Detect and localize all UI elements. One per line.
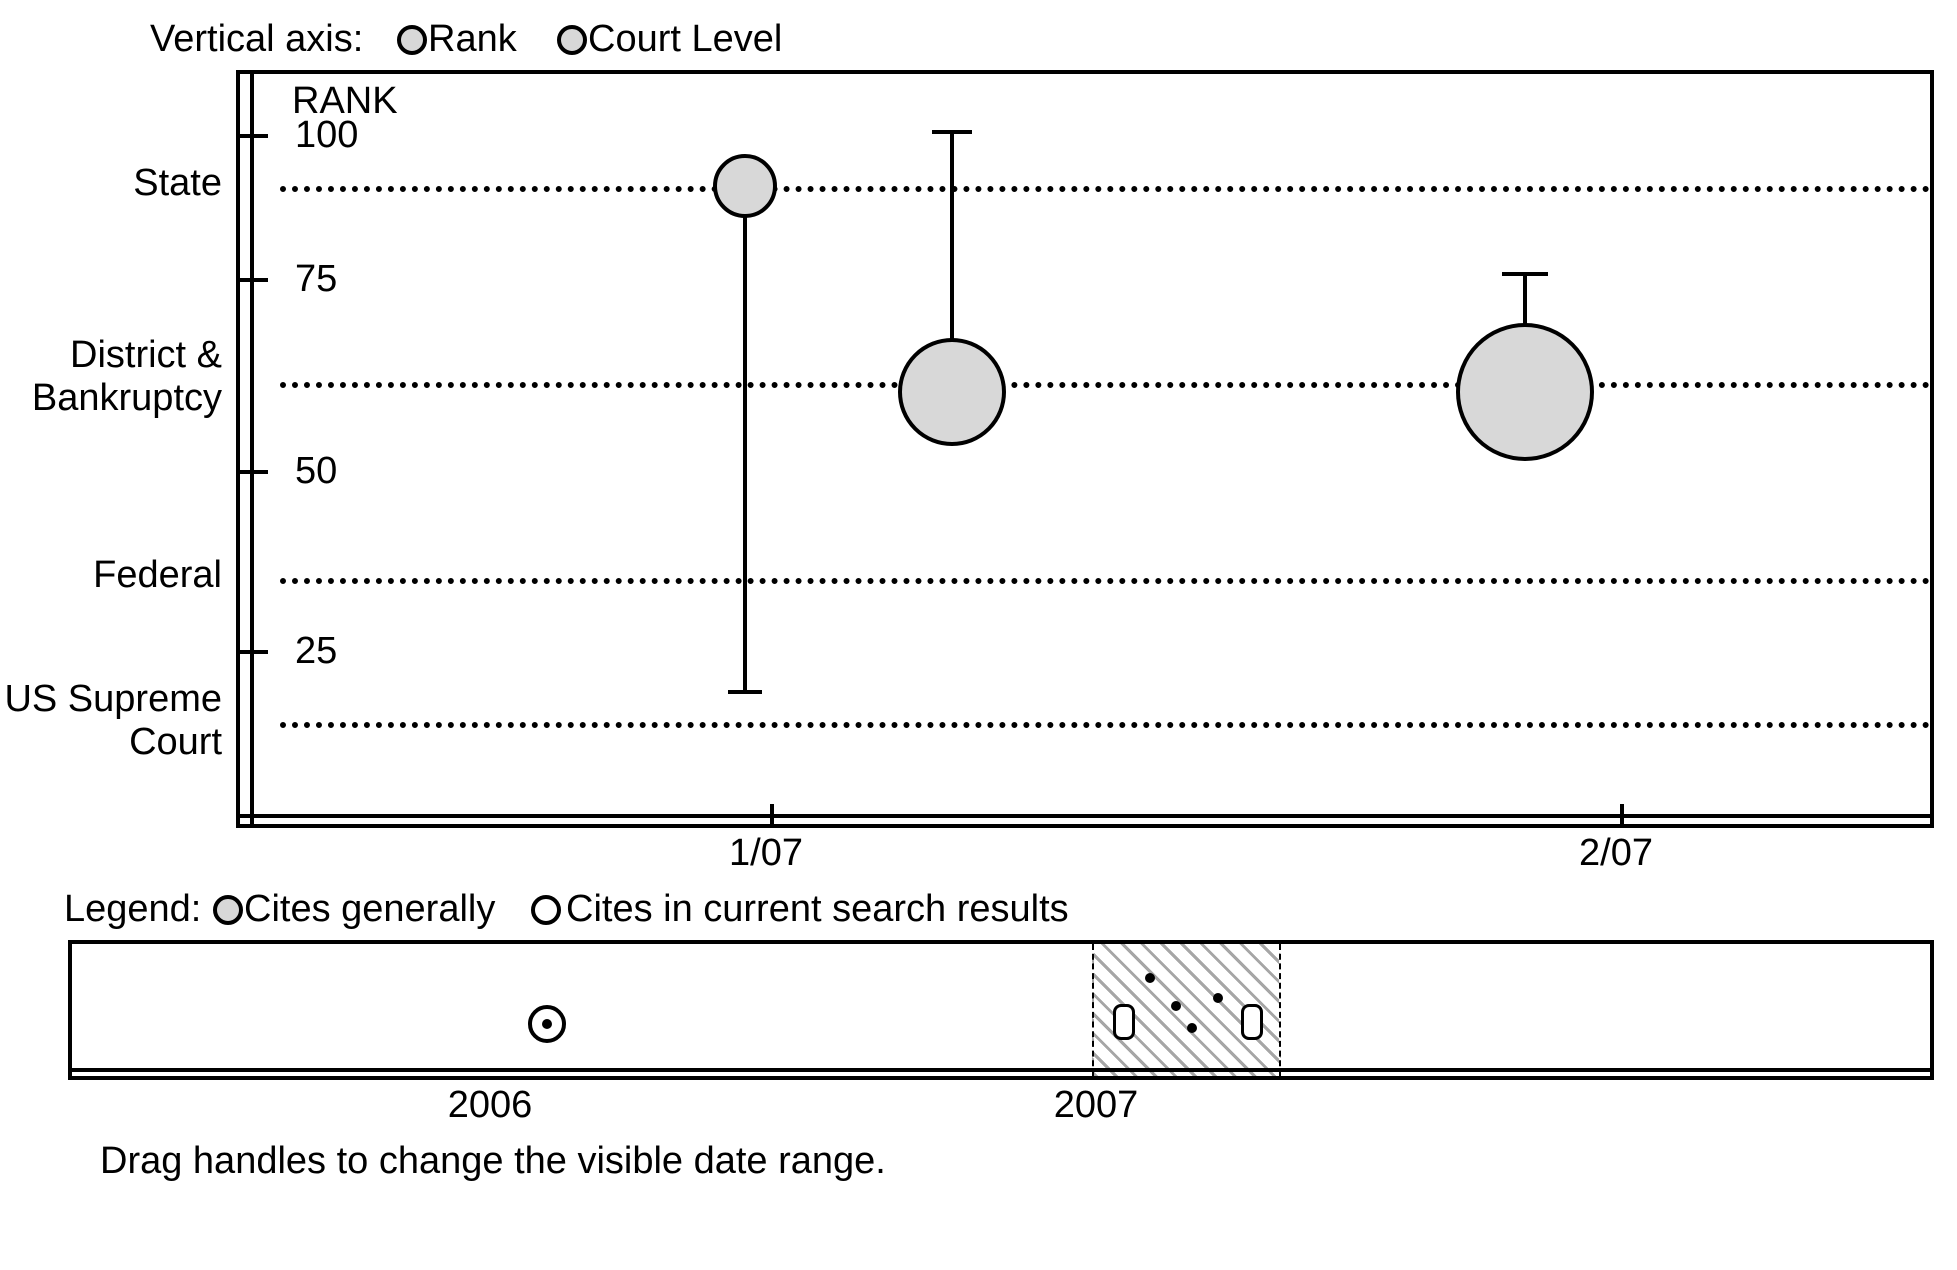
timeline-panel[interactable] bbox=[68, 940, 1934, 1080]
timeline-dot-3 bbox=[1213, 993, 1223, 1003]
timeline-cluster-a[interactable] bbox=[1113, 1004, 1135, 1040]
timeline-hint: Drag handles to change the visible date … bbox=[100, 1140, 886, 1183]
bubble-3[interactable] bbox=[1456, 323, 1594, 461]
timeline-cluster-b[interactable] bbox=[1241, 1004, 1263, 1040]
timeline-dot-4 bbox=[1187, 1023, 1197, 1033]
timeline-event-2006[interactable] bbox=[528, 1005, 566, 1043]
court-ussc-label: US Supreme Court bbox=[0, 678, 222, 764]
timeline-dot-1 bbox=[1145, 973, 1155, 983]
x-tick-1-label: 1/07 bbox=[716, 832, 816, 875]
x-tick-2-label: 2/07 bbox=[1566, 832, 1666, 875]
x-tick-2 bbox=[1620, 804, 1624, 824]
vaxis-court-marker[interactable] bbox=[557, 25, 587, 55]
vaxis-prefix: Vertical axis: bbox=[150, 18, 363, 61]
grid-federal bbox=[280, 578, 1930, 584]
rank-tick-25 bbox=[238, 650, 268, 654]
main-chart-panel: RANK 100 75 50 25 bbox=[236, 70, 1934, 828]
whisker-1-cap-bottom bbox=[728, 690, 762, 694]
figure-root: Vertical axis: Rank Court Level RANK 100… bbox=[0, 0, 1957, 1270]
whisker-3-cap-top bbox=[1502, 272, 1548, 276]
timeline-baseline bbox=[68, 1068, 1934, 1072]
legend-cg-marker bbox=[213, 895, 243, 925]
rank-axis-line bbox=[250, 70, 254, 828]
chart-baseline bbox=[236, 814, 1934, 818]
vaxis-court-label[interactable]: Court Level bbox=[588, 18, 782, 61]
rank-tick-100-label: 100 bbox=[295, 114, 358, 157]
legend-prefix: Legend: bbox=[64, 888, 201, 931]
legend-cr-label: Cites in current search results bbox=[566, 888, 1069, 931]
bubble-1[interactable] bbox=[713, 154, 777, 218]
timeline-2006-label: 2006 bbox=[440, 1084, 540, 1127]
court-district-label: District & Bankruptcy bbox=[0, 334, 222, 420]
whisker-1 bbox=[743, 186, 747, 692]
rank-tick-50-label: 50 bbox=[295, 450, 337, 493]
legend-cg-label: Cites generally bbox=[244, 888, 495, 931]
rank-tick-50 bbox=[238, 470, 268, 474]
rank-tick-75-label: 75 bbox=[295, 258, 337, 301]
court-state-label: State bbox=[0, 162, 222, 205]
vaxis-rank-marker[interactable] bbox=[397, 25, 427, 55]
timeline-dot-2 bbox=[1171, 1001, 1181, 1011]
rank-tick-75 bbox=[238, 278, 268, 282]
x-tick-1 bbox=[770, 804, 774, 824]
grid-ussc bbox=[280, 722, 1930, 728]
rank-tick-25-label: 25 bbox=[295, 630, 337, 673]
bubble-2[interactable] bbox=[898, 338, 1006, 446]
vaxis-rank-label[interactable]: Rank bbox=[428, 18, 517, 61]
grid-district bbox=[280, 382, 1930, 388]
timeline-2007-label: 2007 bbox=[1046, 1084, 1146, 1127]
legend-cr-marker bbox=[531, 895, 561, 925]
grid-state bbox=[280, 186, 1930, 192]
court-federal-label: Federal bbox=[0, 554, 222, 597]
whisker-2-cap-top bbox=[932, 130, 972, 134]
rank-tick-100 bbox=[238, 134, 268, 138]
